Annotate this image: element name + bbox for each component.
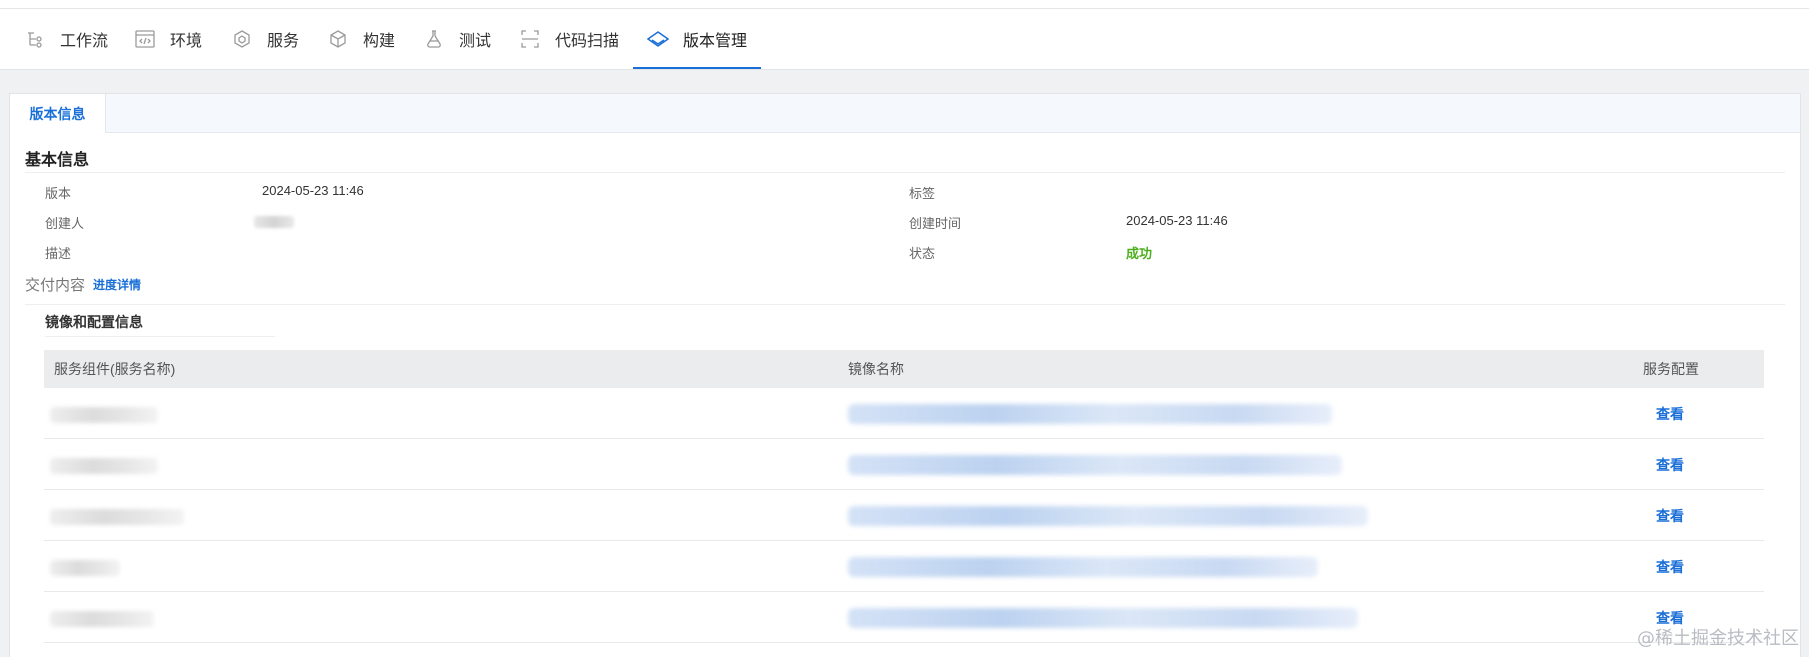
version-panel: 版本信息 基本信息 版本 2024-05-23 11:46 创建人 描述 标签 … (9, 93, 1801, 657)
flask-icon (423, 28, 445, 50)
table-row: 查看 (44, 388, 1764, 439)
service-name-redacted (50, 509, 184, 525)
code-window-icon (134, 28, 156, 50)
divider (25, 172, 1785, 173)
service-name-redacted (50, 560, 120, 576)
status-badge: 成功 (1126, 243, 1152, 262)
hexagon-icon (231, 28, 253, 50)
creator-value-redacted (254, 216, 294, 228)
column-header-service: 服务组件(服务名称) (54, 350, 175, 388)
nav-label: 版本管理 (683, 27, 747, 51)
nav-label: 环境 (170, 27, 202, 51)
tag-label: 标签 (909, 183, 935, 202)
creator-label: 创建人 (45, 213, 84, 232)
service-name-redacted (50, 611, 154, 627)
nav-item-version-management[interactable]: 版本管理 (647, 9, 747, 69)
view-config-link[interactable]: 查看 (1656, 404, 1684, 424)
image-name-redacted (848, 455, 1342, 475)
scan-icon (519, 28, 541, 50)
view-config-link[interactable]: 查看 (1656, 455, 1684, 475)
image-name-redacted (848, 506, 1368, 526)
view-config-link[interactable]: 查看 (1656, 506, 1684, 526)
version-value: 2024-05-23 11:46 (262, 183, 364, 198)
table-row: 查看 (44, 490, 1764, 541)
table-header: 服务组件(服务名称) 镜像名称 服务配置 (44, 350, 1764, 388)
column-header-image: 镜像名称 (848, 350, 904, 388)
nav-label: 工作流 (60, 27, 108, 51)
image-name-redacted (848, 557, 1318, 577)
status-label: 状态 (909, 243, 935, 262)
basic-info-title: 基本信息 (25, 146, 89, 170)
description-label: 描述 (45, 243, 71, 262)
divider (25, 304, 1785, 305)
top-nav: 工作流 环境 服务 构建 测试 (0, 9, 1809, 70)
image-name-redacted (848, 404, 1332, 424)
table-row: 查看 (44, 439, 1764, 490)
nav-label: 代码扫描 (555, 27, 619, 51)
nav-item-test[interactable]: 测试 (423, 9, 491, 69)
service-name-redacted (50, 458, 158, 474)
watermark: @稀土掘金技术社区 (1637, 624, 1799, 650)
created-time-value: 2024-05-23 11:46 (1126, 213, 1228, 228)
nav-item-workflow[interactable]: 工作流 (24, 9, 108, 69)
service-name-redacted (50, 407, 158, 423)
divider (45, 336, 275, 337)
nav-label: 测试 (459, 27, 491, 51)
view-config-link[interactable]: 查看 (1656, 557, 1684, 577)
diamond-icon (647, 28, 669, 50)
nav-label: 构建 (363, 27, 395, 51)
cube-icon (327, 28, 349, 50)
nav-label: 服务 (267, 27, 299, 51)
progress-detail-link[interactable]: 进度详情 (93, 276, 141, 293)
delivery-title: 交付内容 (25, 274, 85, 295)
table-row: 查看 (44, 592, 1764, 643)
tab-version-info[interactable]: 版本信息 (10, 94, 106, 133)
top-strip (0, 0, 1809, 9)
nav-item-environment[interactable]: 环境 (134, 9, 202, 69)
image-config-table: 服务组件(服务名称) 镜像名称 服务配置 查看 查看 查看 查看 查看 (44, 350, 1764, 643)
nav-item-service[interactable]: 服务 (231, 9, 299, 69)
nav-item-build[interactable]: 构建 (327, 9, 395, 69)
image-config-subtitle: 镜像和配置信息 (45, 312, 143, 332)
tab-bar: 版本信息 (10, 94, 1800, 133)
nav-item-code-scan[interactable]: 代码扫描 (519, 9, 619, 69)
table-row: 查看 (44, 541, 1764, 592)
column-header-config: 服务配置 (1643, 350, 1699, 388)
created-time-label: 创建时间 (909, 213, 961, 232)
workflow-icon (24, 28, 46, 50)
image-name-redacted (848, 608, 1358, 628)
version-label: 版本 (45, 183, 71, 202)
